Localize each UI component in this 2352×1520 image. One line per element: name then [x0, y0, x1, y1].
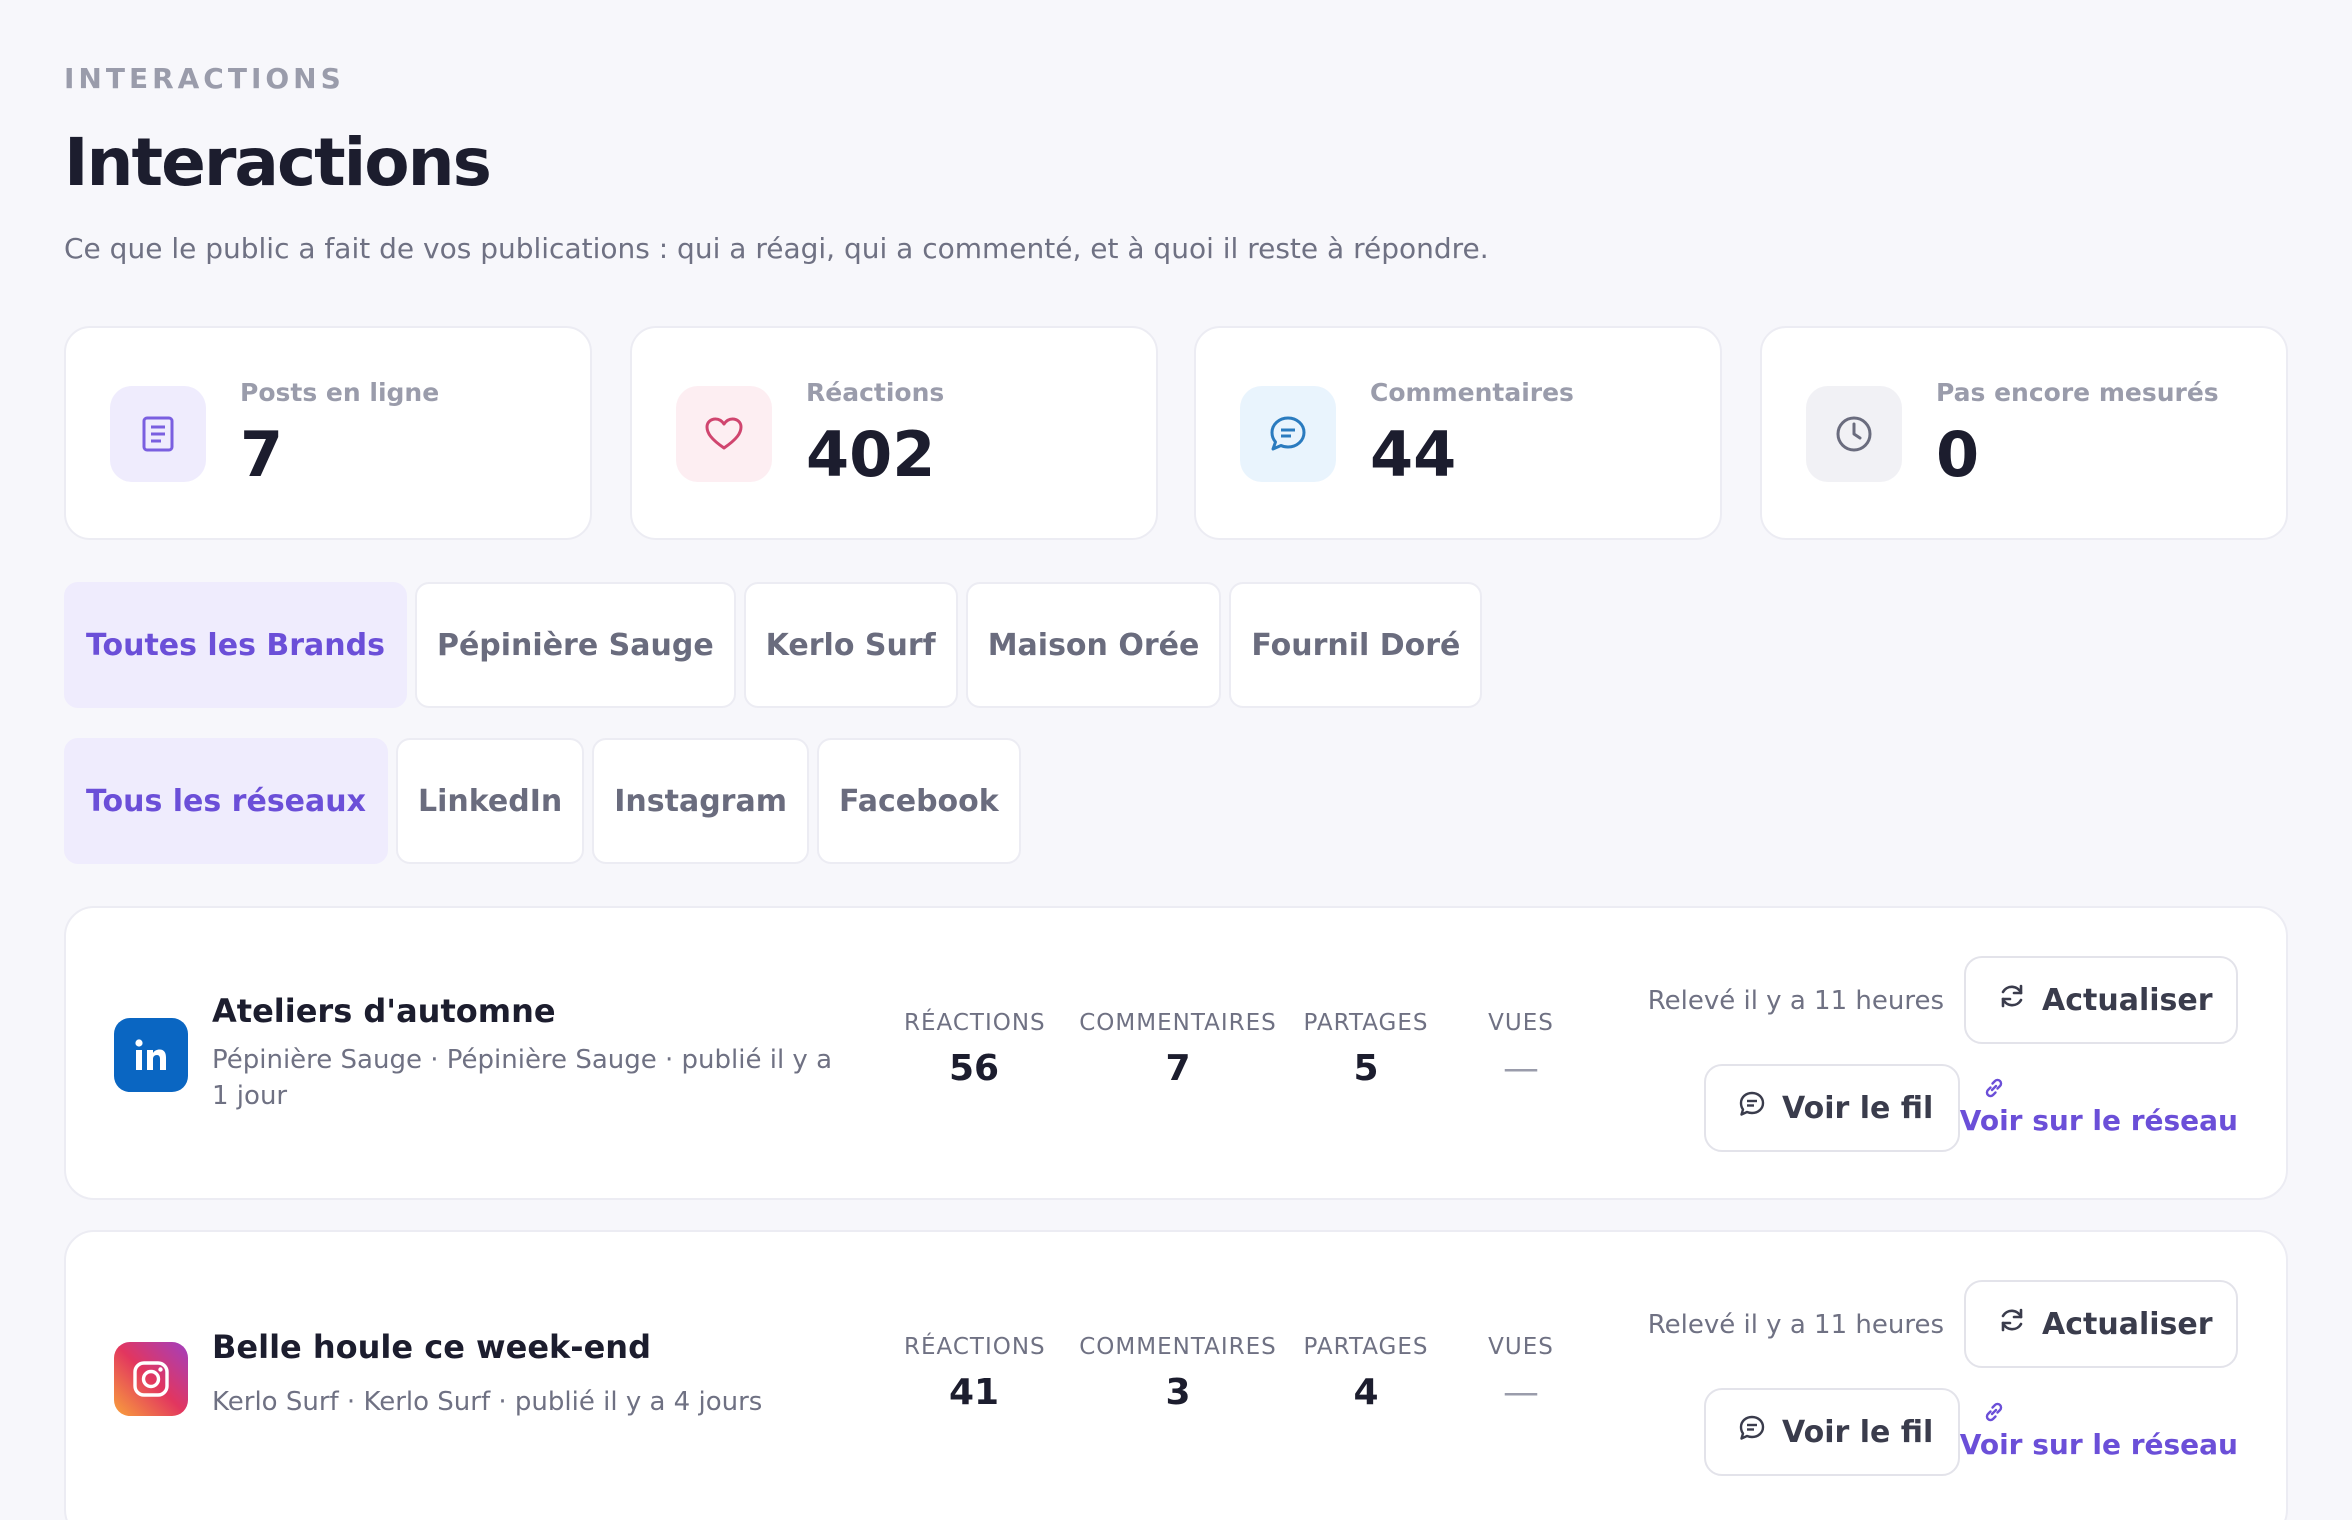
stats-row: Posts en ligne 7 Réactions 402 Commentai…	[64, 326, 2288, 540]
released-time: Relevé il y a 11 heures	[1647, 986, 1944, 1016]
stat-label: Pas encore mesurés	[1936, 378, 2219, 407]
metric-value: 7	[1165, 1048, 1191, 1089]
stat-card-posts: Posts en ligne 7	[64, 326, 592, 540]
refresh-button[interactable]: Actualiser	[1964, 956, 2238, 1044]
metric-shares: PARTAGES 4	[1296, 1334, 1436, 1413]
metric-label: COMMENTAIRES	[1079, 1334, 1277, 1360]
metric-comments: COMMENTAIRES 7	[1078, 1010, 1278, 1089]
heart-icon	[676, 386, 772, 482]
comment-icon	[1240, 386, 1336, 482]
metric-label: PARTAGES	[1303, 1334, 1429, 1360]
refresh-icon	[1998, 1306, 2026, 1342]
metric-value: 3	[1165, 1372, 1191, 1413]
stat-value: 7	[240, 418, 284, 491]
brand-filter-pepiniere-sauge[interactable]: Pépinière Sauge	[414, 582, 736, 708]
comment-icon	[1738, 1090, 1766, 1126]
refresh-label: Actualiser	[2042, 982, 2213, 1018]
metric-views: VUES —	[1466, 1334, 1576, 1413]
metric-shares: PARTAGES 5	[1296, 1010, 1436, 1089]
stat-label: Commentaires	[1370, 378, 1574, 407]
instagram-icon	[114, 1342, 188, 1416]
stat-value: 0	[1936, 418, 1980, 491]
network-filter-all[interactable]: Tous les réseaux	[64, 738, 388, 864]
released-time: Relevé il y a 11 heures	[1647, 1310, 1944, 1340]
view-thread-button[interactable]: Voir le fil	[1704, 1064, 1960, 1152]
metric-label: RÉACTIONS	[904, 1010, 1046, 1036]
page-title: Interactions	[64, 124, 492, 201]
network-filter-facebook[interactable]: Facebook	[816, 738, 1021, 864]
post-meta: Pépinière Sauge · Pépinière Sauge · publ…	[212, 1045, 833, 1111]
post-card: Ateliers d'automne Pépinière Sauge · Pép…	[64, 906, 2288, 1200]
stat-label: Réactions	[806, 378, 945, 407]
metric-value: 41	[948, 1372, 1000, 1413]
comment-icon	[1738, 1414, 1766, 1450]
stat-card-comments: Commentaires 44	[1194, 326, 1722, 540]
linkedin-icon	[114, 1018, 188, 1092]
network-filter-tabs: Tous les réseaux LinkedIn Instagram Face…	[64, 738, 1021, 864]
page-eyebrow: INTERACTIONS	[64, 62, 345, 95]
metric-value: —	[1503, 1048, 1539, 1089]
stat-label: Posts en ligne	[240, 378, 440, 407]
network-filter-instagram[interactable]: Instagram	[592, 738, 809, 864]
metric-label: VUES	[1488, 1010, 1554, 1036]
metric-label: COMMENTAIRES	[1079, 1010, 1277, 1036]
metric-label: RÉACTIONS	[904, 1334, 1046, 1360]
stat-value: 402	[806, 418, 936, 491]
metric-reactions: RÉACTIONS 41	[904, 1334, 1046, 1413]
document-icon	[110, 386, 206, 482]
link-icon	[1982, 1400, 2006, 1428]
post-card: Belle houle ce week-end Kerlo Surf · Ker…	[64, 1230, 2288, 1520]
post-title: Belle houle ce week-end	[212, 1328, 651, 1366]
stat-card-pending: Pas encore mesurés 0	[1760, 326, 2288, 540]
refresh-button[interactable]: Actualiser	[1964, 1280, 2238, 1368]
metric-label: VUES	[1488, 1334, 1554, 1360]
brand-filter-maison-oree[interactable]: Maison Orée	[965, 582, 1222, 708]
network-filter-linkedin[interactable]: LinkedIn	[395, 738, 585, 864]
view-thread-label: Voir le fil	[1782, 1414, 1934, 1450]
metric-value: 56	[948, 1048, 1000, 1089]
brand-filter-all[interactable]: Toutes les Brands	[64, 582, 407, 708]
metric-label: PARTAGES	[1303, 1010, 1429, 1036]
metric-views: VUES —	[1466, 1010, 1576, 1089]
metric-value: 5	[1353, 1048, 1379, 1089]
page-subtitle: Ce que le public a fait de vos publicati…	[64, 232, 1489, 265]
view-on-network-link[interactable]: Voir sur le réseau	[1960, 1104, 2238, 1137]
view-thread-button[interactable]: Voir le fil	[1704, 1388, 1960, 1476]
refresh-icon	[1998, 982, 2026, 1018]
stat-value: 44	[1370, 418, 1457, 491]
refresh-label: Actualiser	[2042, 1306, 2213, 1342]
clock-icon	[1806, 386, 1902, 482]
view-thread-label: Voir le fil	[1782, 1090, 1934, 1126]
metric-value: —	[1503, 1372, 1539, 1413]
link-icon	[1982, 1076, 2006, 1104]
metric-comments: COMMENTAIRES 3	[1078, 1334, 1278, 1413]
brand-filter-fournil-dore[interactable]: Fournil Doré	[1229, 582, 1483, 708]
post-meta: Kerlo Surf · Kerlo Surf · publié il y a …	[212, 1387, 763, 1417]
metric-value: 4	[1353, 1372, 1379, 1413]
stat-card-reactions: Réactions 402	[630, 326, 1158, 540]
brand-filter-kerlo-surf[interactable]: Kerlo Surf	[743, 582, 958, 708]
post-title: Ateliers d'automne	[212, 992, 556, 1030]
brand-filter-tabs: Toutes les Brands Pépinière Sauge Kerlo …	[64, 582, 1483, 708]
view-on-network-link[interactable]: Voir sur le réseau	[1960, 1428, 2238, 1461]
metric-reactions: RÉACTIONS 56	[904, 1010, 1046, 1089]
